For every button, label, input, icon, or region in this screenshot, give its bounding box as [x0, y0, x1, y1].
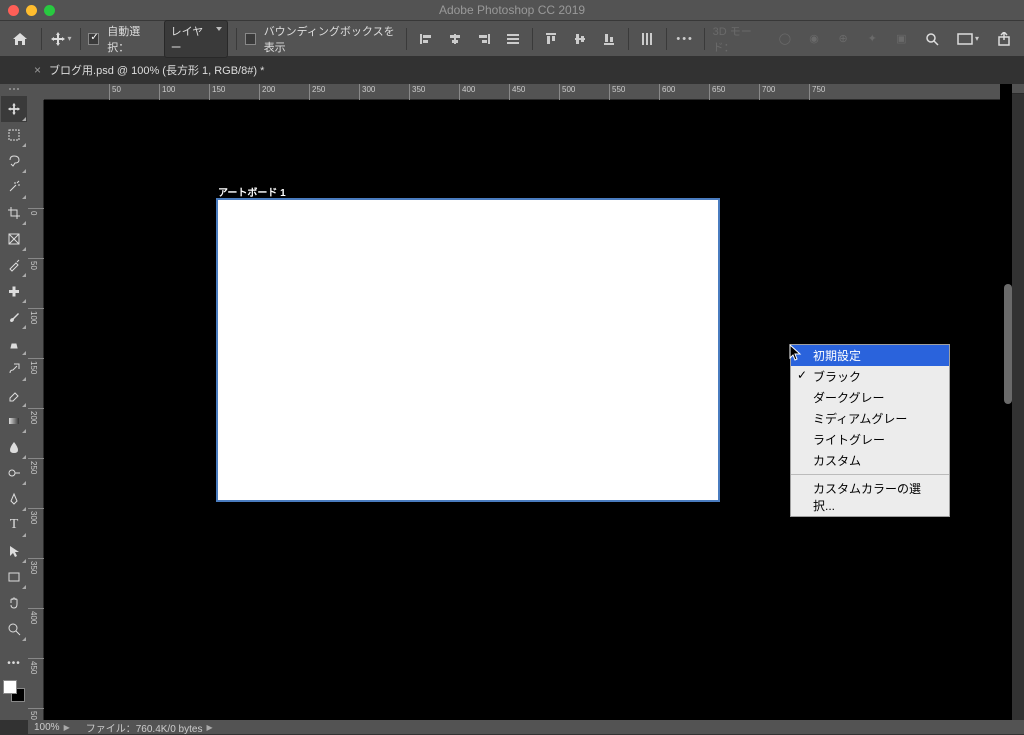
path-selection-tool[interactable] — [1, 538, 27, 564]
app-title: Adobe Photoshop CC 2019 — [439, 3, 585, 17]
eyedropper-tool[interactable] — [1, 252, 27, 278]
separator — [406, 28, 407, 50]
clone-stamp-tool[interactable] — [1, 330, 27, 356]
align-middle-icon[interactable] — [570, 29, 591, 49]
vertical-scrollbar[interactable] — [1004, 284, 1012, 404]
right-panel-strip[interactable] — [1012, 84, 1024, 720]
shape-tool[interactable] — [1, 564, 27, 590]
menu-item[interactable]: ブラック — [791, 366, 949, 387]
menu-item[interactable]: 初期設定 — [791, 345, 949, 366]
separator — [80, 28, 81, 50]
history-brush-tool[interactable] — [1, 356, 27, 382]
magic-wand-tool[interactable] — [1, 174, 27, 200]
document-tab-label[interactable]: ブログ用.psd @ 100% (長方形 1, RGB/8#) * — [49, 62, 264, 78]
vertical-ruler[interactable]: 050100150200250300350400450500550 — [28, 100, 44, 720]
menu-separator — [791, 474, 949, 475]
status-bar: 100%▶ ファイル：760.4K/0 bytes▶ — [28, 720, 1024, 734]
toolbox-grip[interactable] — [4, 88, 24, 94]
brush-tool[interactable] — [1, 304, 27, 330]
3d-zoom-icon: ▣ — [891, 29, 912, 49]
healing-tool[interactable] — [1, 278, 27, 304]
dodge-tool[interactable] — [1, 460, 27, 486]
artboard-label[interactable]: アートボード 1 — [218, 184, 286, 199]
marquee-tool[interactable] — [1, 122, 27, 148]
separator — [666, 28, 667, 50]
separator — [628, 28, 629, 50]
align-bottom-icon[interactable] — [599, 29, 620, 49]
blur-tool[interactable] — [1, 434, 27, 460]
search-icon[interactable] — [920, 29, 944, 49]
layer-dropdown[interactable]: レイヤー — [164, 20, 228, 58]
document-tab-bar: × ブログ用.psd @ 100% (長方形 1, RGB/8#) * — [0, 56, 1024, 84]
separator — [236, 28, 237, 50]
screen-mode-icon[interactable]: ▾ — [956, 29, 980, 49]
align-right-icon[interactable] — [473, 29, 494, 49]
more-icon[interactable]: ••• — [675, 29, 696, 49]
tab-close-button[interactable]: × — [34, 63, 41, 77]
separator — [704, 28, 705, 50]
bounding-box-checkbox[interactable] — [245, 33, 256, 45]
ruler-origin[interactable] — [28, 84, 44, 100]
distribute-v-icon[interactable] — [637, 29, 658, 49]
lasso-tool[interactable] — [1, 148, 27, 174]
minimize-window-button[interactable] — [26, 5, 37, 16]
3d-orbit-icon: ◯ — [774, 29, 795, 49]
move-tool[interactable] — [1, 96, 27, 122]
menu-item[interactable]: ライトグレー — [791, 429, 949, 450]
canvas-background-context-menu: 初期設定ブラックダークグレーミディアムグレーライトグレーカスタムカスタムカラーの… — [790, 344, 950, 517]
auto-select-checkbox[interactable] — [88, 33, 99, 45]
3d-roll-icon: ◉ — [803, 29, 824, 49]
menu-item-custom-color[interactable]: カスタムカラーの選択... — [791, 478, 949, 516]
hand-tool[interactable] — [1, 590, 27, 616]
file-info[interactable]: ファイル：760.4K/0 bytes — [86, 720, 203, 735]
align-top-icon[interactable] — [540, 29, 561, 49]
options-bar: ▾ 自動選択： レイヤー バウンディングボックスを表示 ••• 3D モード： … — [0, 20, 1024, 56]
menu-item[interactable]: ダークグレー — [791, 387, 949, 408]
home-button[interactable] — [8, 27, 33, 51]
foreground-color-swatch[interactable] — [3, 680, 17, 694]
artboard[interactable] — [218, 200, 718, 500]
close-window-button[interactable] — [8, 5, 19, 16]
bounding-box-label: バウンディングボックスを表示 — [264, 23, 399, 55]
3d-slide-icon: ✦ — [862, 29, 883, 49]
menu-item[interactable]: カスタム — [791, 450, 949, 471]
separator — [532, 28, 533, 50]
eraser-tool[interactable] — [1, 382, 27, 408]
zoom-tool[interactable] — [1, 616, 27, 642]
maximize-window-button[interactable] — [44, 5, 55, 16]
zoom-level[interactable]: 100% — [34, 722, 60, 733]
3d-pan-icon: ⊕ — [833, 29, 854, 49]
toolbox: T ••• — [0, 84, 28, 720]
edit-toolbar-button[interactable]: ••• — [1, 650, 27, 676]
gradient-tool[interactable] — [1, 408, 27, 434]
traffic-lights — [0, 5, 55, 16]
frame-tool[interactable] — [1, 226, 27, 252]
3d-mode-label: 3D モード： — [713, 23, 767, 55]
move-tool-icon[interactable]: ▾ — [50, 29, 72, 49]
separator — [41, 28, 42, 50]
title-bar: Adobe Photoshop CC 2019 — [0, 0, 1024, 20]
color-swatches[interactable] — [3, 680, 25, 702]
align-center-h-icon[interactable] — [444, 29, 465, 49]
share-icon[interactable] — [992, 29, 1016, 49]
crop-tool[interactable] — [1, 200, 27, 226]
type-tool[interactable]: T — [1, 512, 27, 538]
horizontal-ruler[interactable]: 5010015020025030035040045050055060065070… — [44, 84, 1000, 100]
menu-item[interactable]: ミディアムグレー — [791, 408, 949, 429]
pen-tool[interactable] — [1, 486, 27, 512]
align-left-icon[interactable] — [415, 29, 436, 49]
distribute-icon[interactable] — [502, 29, 523, 49]
auto-select-label: 自動選択： — [107, 23, 155, 55]
